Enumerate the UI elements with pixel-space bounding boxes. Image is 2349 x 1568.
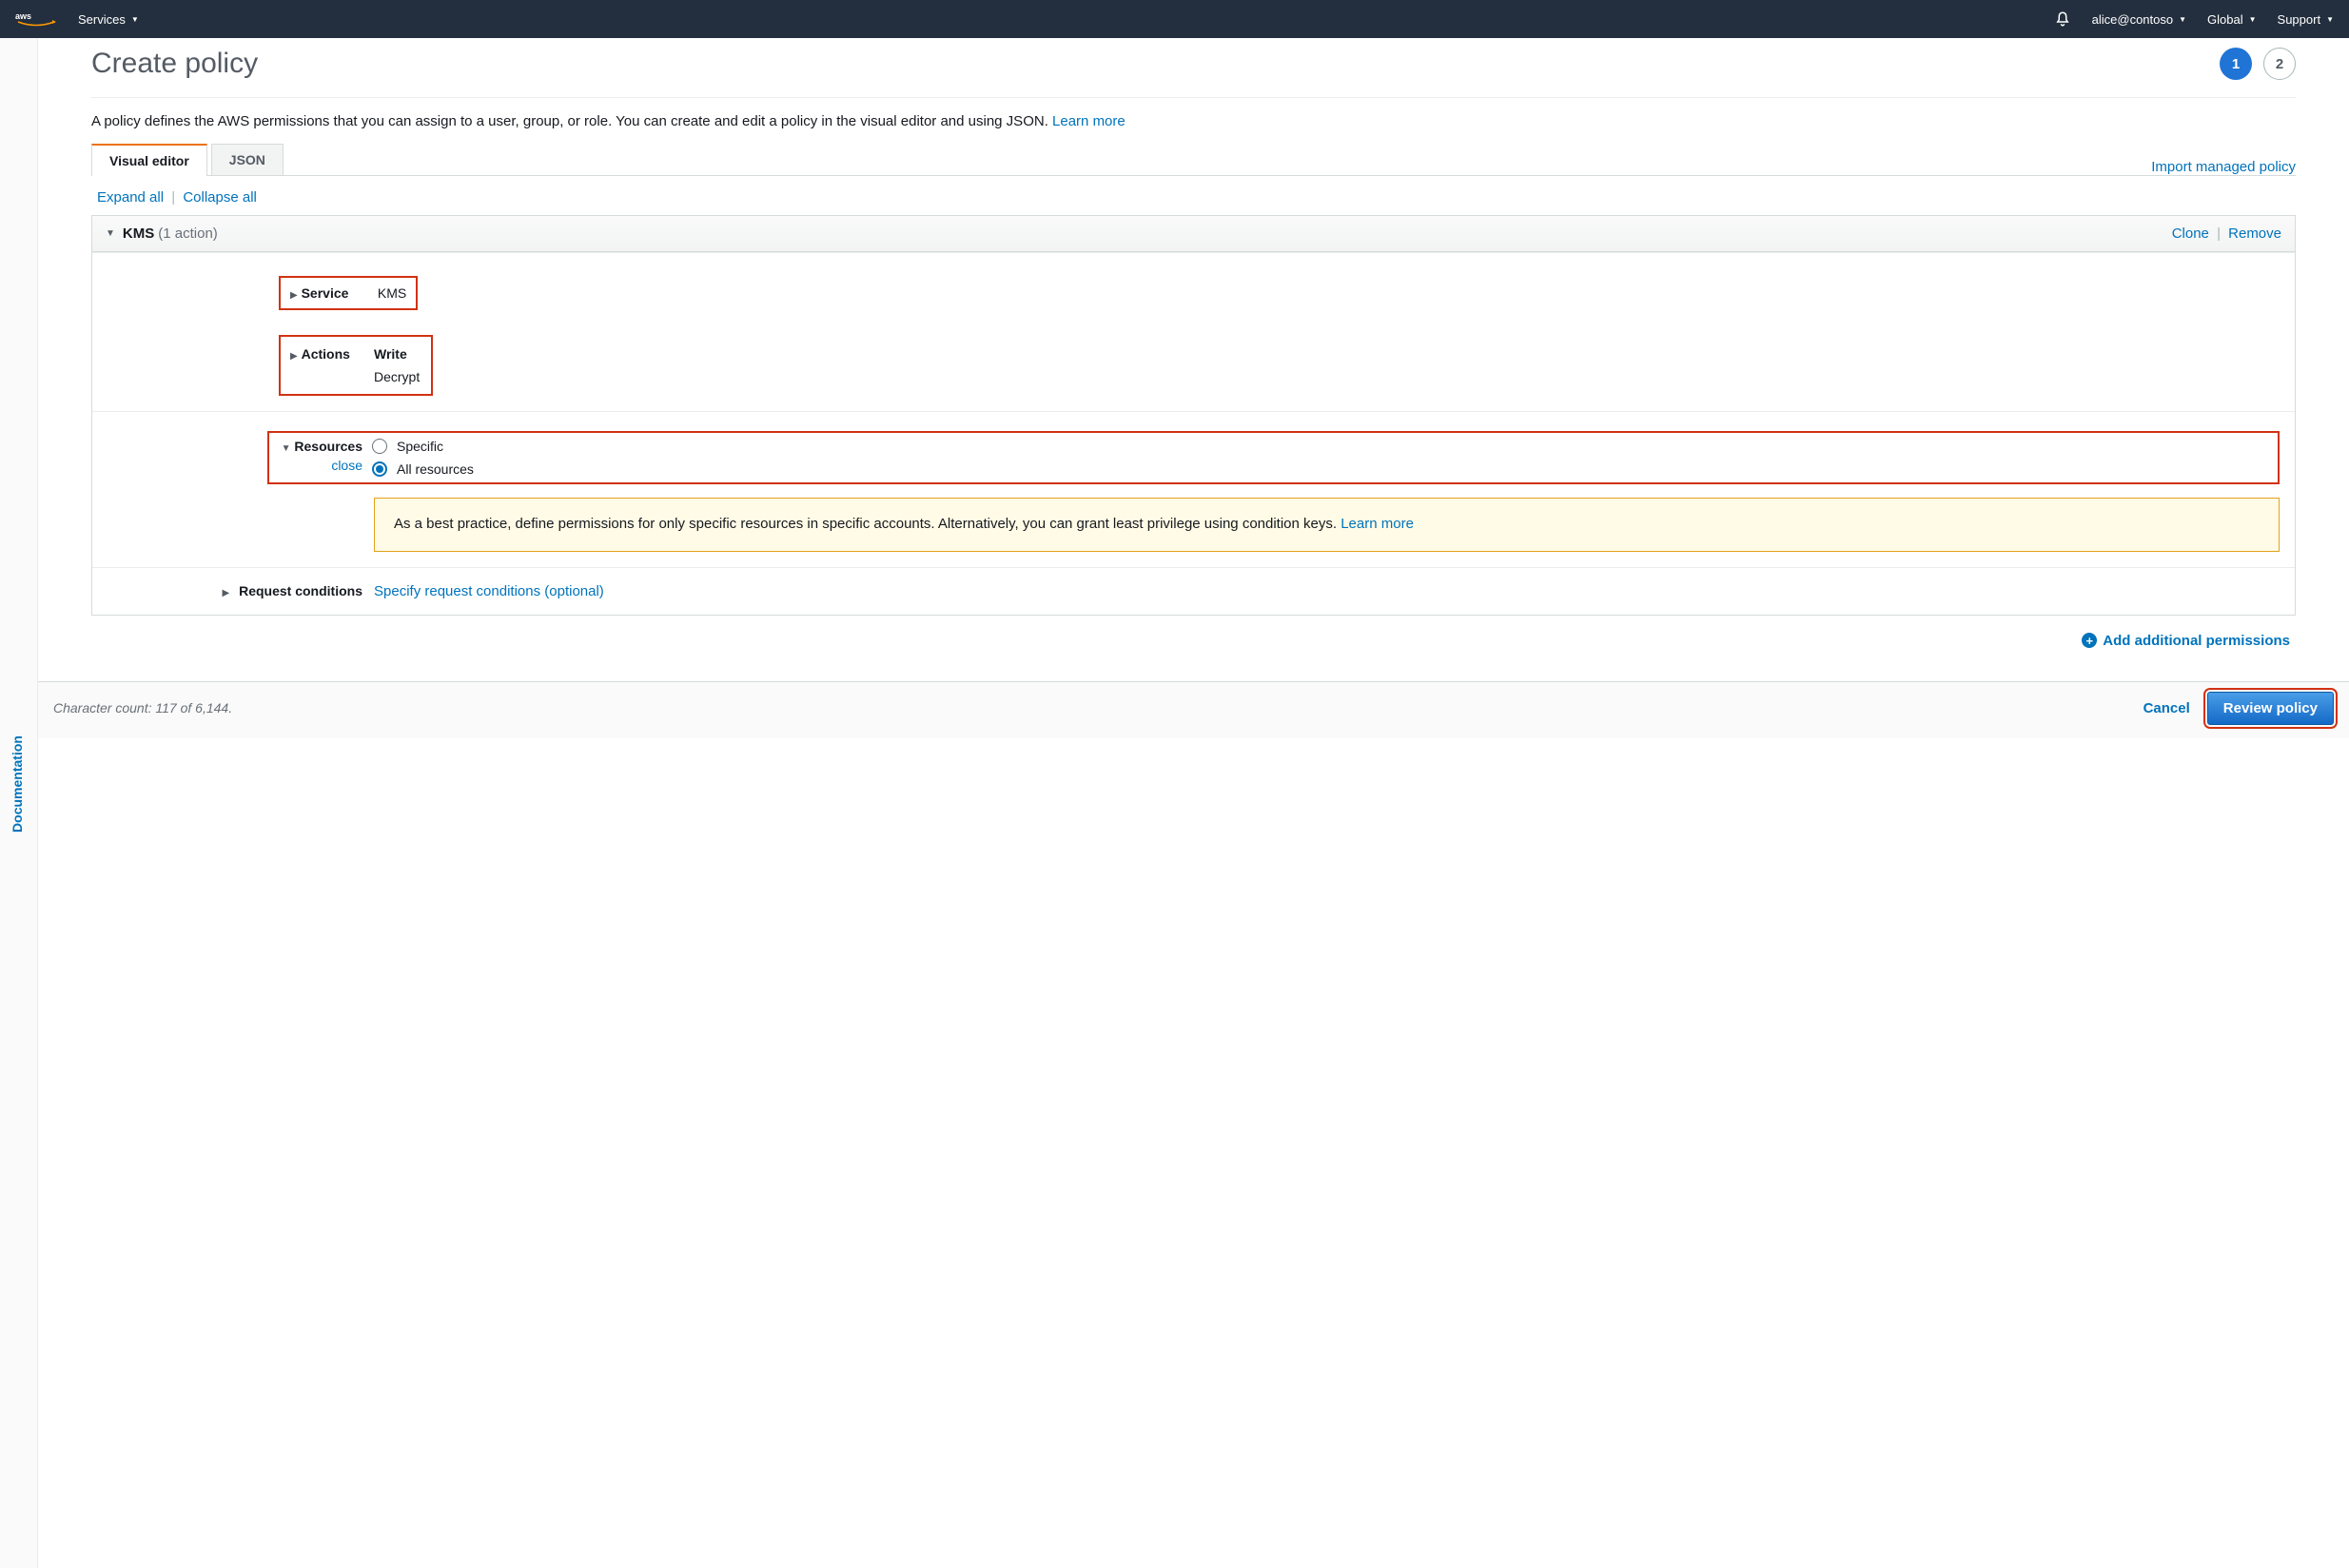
review-policy-button[interactable]: Review policy (2207, 692, 2334, 725)
resources-warning: As a best practice, define permissions f… (374, 498, 2280, 552)
cancel-button[interactable]: Cancel (2143, 700, 2190, 716)
caret-down-icon: ▼ (282, 443, 291, 454)
resources-label[interactable]: Resources (294, 439, 362, 454)
wizard-steps: 1 2 (2220, 48, 2296, 80)
caret-down-icon: ▼ (2249, 15, 2257, 24)
highlight-resources: ▼ Resources close Specific (267, 431, 2280, 484)
step-2[interactable]: 2 (2263, 48, 2296, 80)
caret-down-icon: ▼ (2179, 15, 2186, 24)
page-title: Create policy (91, 48, 258, 80)
tab-visual-editor[interactable]: Visual editor (91, 144, 207, 176)
caret-right-icon: ▶ (290, 290, 298, 301)
tab-json[interactable]: JSON (211, 144, 284, 175)
conditions-label[interactable]: Request conditions (239, 583, 362, 598)
caret-down-icon: ▼ (106, 228, 115, 239)
radio-specific-label: Specific (397, 439, 443, 454)
radio-checked-icon[interactable] (372, 461, 387, 477)
step-1[interactable]: 1 (2220, 48, 2252, 80)
expand-all-link[interactable]: Expand all (97, 189, 164, 206)
caret-right-icon: ▶ (290, 351, 298, 362)
caret-down-icon: ▼ (2326, 15, 2334, 24)
block-title: KMS (123, 225, 154, 242)
svg-text:aws: aws (15, 11, 31, 21)
remove-link[interactable]: Remove (2228, 225, 2281, 242)
caret-down-icon: ▼ (131, 15, 139, 24)
resources-close-link[interactable]: close (331, 458, 362, 473)
character-count: Character count: 117 of 6,144. (53, 700, 232, 715)
permission-block: ▼ KMS (1 action) Clone | Remove ▶ Servic… (91, 215, 2296, 616)
permission-block-header[interactable]: ▼ KMS (1 action) Clone | Remove (92, 216, 2295, 252)
caret-right-icon: ▶ (223, 588, 230, 598)
learn-more-link[interactable]: Learn more (1052, 113, 1126, 129)
services-label: Services (78, 12, 126, 27)
documentation-tab[interactable]: Documentation (8, 730, 27, 838)
support-menu[interactable]: Support ▼ (2278, 12, 2334, 27)
footer-bar: Character count: 117 of 6,144. Cancel Re… (38, 681, 2349, 738)
service-label[interactable]: Service (302, 285, 349, 301)
radio-specific-row[interactable]: Specific (372, 439, 474, 454)
radio-all-label: All resources (397, 461, 474, 477)
top-nav: aws Services ▼ alice@contoso ▼ Global ▼ … (0, 0, 2349, 38)
service-value: KMS (368, 285, 406, 301)
collapse-all-link[interactable]: Collapse all (183, 189, 257, 206)
notifications-icon[interactable] (2054, 10, 2071, 28)
radio-all-row[interactable]: All resources (372, 461, 474, 477)
support-label: Support (2278, 12, 2321, 27)
actions-item: Decrypt (374, 365, 421, 388)
radio-unchecked-icon[interactable] (372, 439, 387, 454)
block-count: (1 action) (158, 225, 218, 242)
account-label: alice@contoso (2092, 12, 2173, 27)
account-menu[interactable]: alice@contoso ▼ (2092, 12, 2186, 27)
highlight-service: ▶ Service KMS (279, 276, 418, 310)
import-managed-policy-link[interactable]: Import managed policy (2151, 159, 2296, 175)
conditions-link[interactable]: Specify request conditions (optional) (374, 583, 604, 599)
warning-learn-more-link[interactable]: Learn more (1341, 516, 1414, 532)
services-menu[interactable]: Services ▼ (78, 12, 139, 27)
region-menu[interactable]: Global ▼ (2207, 12, 2257, 27)
actions-label[interactable]: Actions (302, 346, 350, 362)
plus-icon: + (2082, 633, 2097, 648)
region-label: Global (2207, 12, 2243, 27)
page-description: A policy defines the AWS permissions tha… (91, 98, 2296, 143)
clone-link[interactable]: Clone (2172, 225, 2209, 242)
aws-logo[interactable]: aws (15, 10, 57, 28)
actions-group: Write (374, 343, 421, 365)
highlight-actions: ▶ Actions Write Decrypt (279, 335, 433, 396)
add-permissions-link[interactable]: +Add additional permissions (2082, 633, 2290, 649)
